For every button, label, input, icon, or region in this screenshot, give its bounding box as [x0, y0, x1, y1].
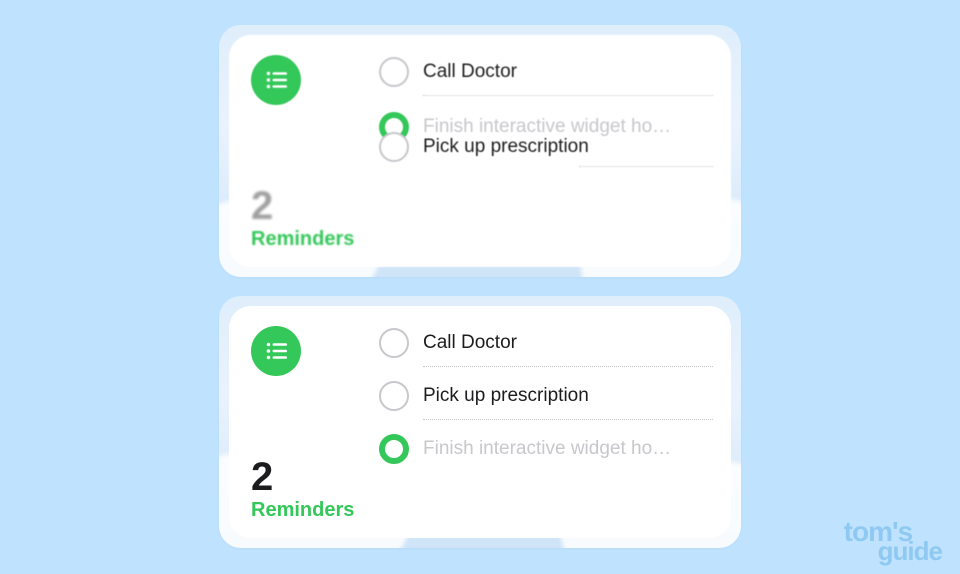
reminder-checkbox[interactable] — [379, 132, 409, 162]
reminder-checkbox[interactable] — [379, 328, 409, 358]
reminders-count: 2 — [251, 457, 359, 497]
divider — [423, 95, 713, 96]
reminders-app-icon — [251, 55, 301, 105]
reminder-item-completed[interactable]: Finish interactive widget ho… — [379, 426, 713, 472]
watermark-line2: guide — [878, 540, 942, 562]
reminders-widget: 2 Reminders Call Doctor Pick up prescrip… — [219, 296, 741, 548]
reminder-item[interactable]: Pick up prescription — [379, 124, 713, 170]
reminder-item[interactable]: Call Doctor — [379, 49, 713, 95]
reminders-widget-card[interactable]: 2 Reminders Call Doctor Finish interacti… — [229, 35, 731, 267]
reminders-widget-card[interactable]: 2 Reminders Call Doctor Pick up prescrip… — [229, 306, 731, 538]
reminders-app-icon — [251, 326, 301, 376]
watermark-logo: tom's guide — [844, 520, 942, 562]
reminder-text: Call Doctor — [423, 332, 713, 354]
reminders-widget-blurred: 2 Reminders Call Doctor Finish interacti… — [219, 25, 741, 277]
reminder-checkbox[interactable] — [379, 57, 409, 87]
reminder-checkbox-checked[interactable] — [379, 434, 409, 464]
reminder-item[interactable]: Call Doctor — [379, 320, 713, 366]
reminder-checkbox[interactable] — [379, 381, 409, 411]
reminder-text: Pick up prescription — [423, 136, 713, 158]
reminders-title: Reminders — [251, 228, 359, 251]
reminders-count: 2 — [251, 186, 359, 226]
divider — [423, 366, 713, 367]
reminder-text: Pick up prescription — [423, 385, 713, 407]
reminder-text: Finish interactive widget ho… — [423, 438, 713, 460]
divider — [423, 419, 713, 420]
reminder-text: Call Doctor — [423, 61, 713, 83]
reminders-title: Reminders — [251, 499, 359, 522]
reminder-item[interactable]: Pick up prescription — [379, 373, 713, 419]
